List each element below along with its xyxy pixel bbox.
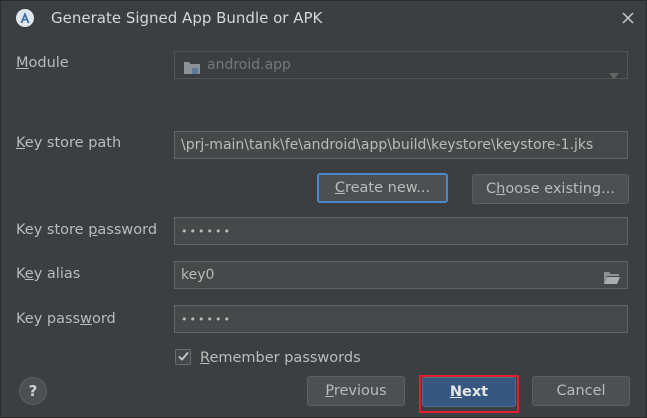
title-bar: Generate Signed App Bundle or APK xyxy=(1,1,646,35)
key-password-value: •••••• xyxy=(181,313,232,326)
checkmark-icon xyxy=(177,350,190,367)
choose-existing-button[interactable]: Choose existing... xyxy=(472,174,629,204)
android-studio-icon xyxy=(15,8,35,28)
module-value: android.app xyxy=(207,57,291,73)
key-store-password-value: •••••• xyxy=(181,225,232,238)
module-label: Module xyxy=(16,55,69,71)
remember-passwords-checkbox[interactable] xyxy=(175,349,191,365)
key-alias-value: key0 xyxy=(181,267,215,283)
next-button-highlight xyxy=(419,375,519,413)
key-alias-label: Key alias xyxy=(16,266,81,282)
key-password-label: Key password xyxy=(16,311,116,327)
window-title: Generate Signed App Bundle or APK xyxy=(51,9,323,27)
dialog-window: Generate Signed App Bundle or APK Module… xyxy=(0,0,647,418)
create-new-button[interactable]: Create new... xyxy=(317,173,448,203)
key-store-password-label: Key store password xyxy=(16,222,158,238)
key-store-path-input[interactable]: \prj-main\tank\fe\android\app\build\keys… xyxy=(174,131,628,159)
folder-icon xyxy=(183,58,201,78)
key-alias-input[interactable]: key0 xyxy=(174,261,628,289)
close-icon[interactable] xyxy=(618,8,638,28)
key-store-path-label: Key store path xyxy=(16,135,122,151)
key-store-password-input[interactable]: •••••• xyxy=(174,217,628,245)
remember-passwords-label[interactable]: Remember passwords xyxy=(200,350,361,366)
chevron-down-icon xyxy=(609,62,619,78)
module-select[interactable]: android.app xyxy=(174,51,628,79)
folder-open-icon[interactable] xyxy=(603,268,621,288)
help-button[interactable]: ? xyxy=(19,377,47,405)
cancel-button[interactable]: Cancel xyxy=(532,376,630,406)
key-password-input[interactable]: •••••• xyxy=(174,305,628,333)
previous-button[interactable]: Previous xyxy=(307,376,405,406)
